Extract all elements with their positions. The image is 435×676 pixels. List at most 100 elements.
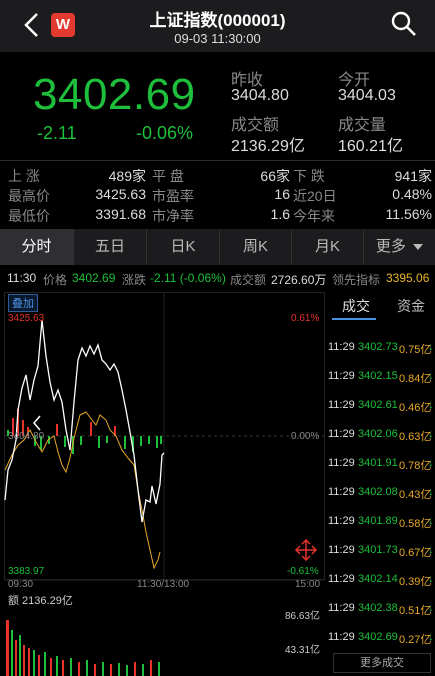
- trade-row: 11:29 3402.06 0.63亿 ↓: [328, 428, 435, 446]
- trade-time: 11:29: [328, 544, 355, 556]
- trade-row: 11:29 3402.61 0.46亿 ↓: [328, 399, 435, 417]
- trade-amount: 0.58亿: [399, 518, 432, 530]
- down-arrow-icon: ↓: [428, 515, 434, 527]
- trade-amount: 0.43亿: [399, 489, 432, 501]
- trade-amount: 0.84亿: [399, 373, 432, 385]
- trade-time: 11:29: [328, 399, 355, 411]
- side-tabs: 成交 资金: [327, 296, 435, 322]
- info-change-label: 涨跌: [122, 273, 147, 287]
- trade-amount: 0.51亿: [399, 605, 432, 617]
- stat-value-volume: 160.21亿: [338, 138, 403, 155]
- trade-row: 11:29 3402.69 0.27亿 ↓: [328, 631, 435, 649]
- y-axis-high: 3425.63: [8, 313, 45, 324]
- tab-intraday[interactable]: 分时: [0, 229, 73, 265]
- pct-axis-mid: 0.00%: [291, 431, 320, 442]
- row-value: 489家: [108, 168, 146, 184]
- trade-amount: 0.39亿: [399, 576, 432, 588]
- pct-axis-high: 0.61%: [291, 313, 320, 324]
- down-arrow-icon: ↓: [428, 573, 434, 585]
- info-price: 3402.69: [72, 271, 116, 285]
- volume-label: 额 2136.29亿: [8, 595, 73, 607]
- row-label: 上 涨: [8, 168, 40, 184]
- crosshair-icon[interactable]: [294, 538, 318, 562]
- down-arrow-icon: ↓: [428, 602, 434, 614]
- trade-price: 3402.15: [358, 370, 398, 382]
- row-value: 16: [274, 186, 290, 202]
- down-arrow-icon: ↓: [428, 457, 434, 469]
- trade-time: 11:29: [328, 602, 355, 614]
- row-label: 近20日: [293, 188, 337, 204]
- info-change: -2.11 (-0.06%): [150, 271, 226, 285]
- down-arrow-icon: ↓: [428, 370, 434, 382]
- trade-time: 11:29: [328, 573, 355, 585]
- stat-value-prev-close: 3404.80: [231, 87, 289, 104]
- crosshair-info-bar: 11:30 价格 3402.69 涨跌 -2.11 (-0.06%) 成交额 2…: [0, 268, 435, 290]
- info-amount-label: 成交额: [230, 273, 267, 287]
- collapse-left-icon[interactable]: [33, 415, 41, 431]
- down-arrow-icon: ↓: [428, 544, 434, 556]
- down-arrow-icon: ↓: [428, 486, 434, 498]
- info-time: 11:30: [7, 271, 37, 285]
- trade-amount: 0.67亿: [399, 547, 432, 559]
- price-change: -2.11: [37, 123, 77, 143]
- down-arrow-icon: ↓: [428, 341, 434, 353]
- x-axis-mid: 11:30/13:00: [137, 579, 190, 590]
- trade-amount: 0.46亿: [399, 402, 432, 414]
- trade-time: 11:29: [328, 370, 355, 382]
- x-axis-end: 15:00: [295, 579, 321, 590]
- info-lead-label: 领先指标: [332, 273, 381, 287]
- trade-amount: 0.78亿: [399, 460, 432, 472]
- row-value: 66家: [260, 168, 290, 184]
- price-line: [4, 319, 165, 523]
- trade-price: 3402.38: [358, 602, 398, 614]
- search-icon[interactable]: [390, 10, 418, 38]
- row-label: 今年来: [293, 208, 335, 224]
- row-value: 11.56%: [385, 206, 432, 222]
- tab-five-day[interactable]: 五日: [73, 229, 146, 265]
- trade-price: 3402.08: [358, 486, 398, 498]
- trade-row: 11:29 3402.14 0.39亿 ↓: [328, 573, 435, 591]
- tab-monthly-k[interactable]: 月K: [291, 229, 363, 265]
- period-tabs: 分时 五日 日K 周K 月K 更多: [0, 229, 435, 265]
- trade-price: 3401.73: [358, 544, 398, 556]
- trade-amount: 0.63亿: [399, 431, 432, 443]
- trade-row: 11:29 3401.73 0.67亿 ↓: [328, 544, 435, 562]
- row-value: 941家: [394, 168, 432, 184]
- trade-amount: 0.75亿: [399, 344, 432, 356]
- row-value: 1.6: [270, 206, 290, 222]
- stat-value-turnover: 2136.29亿: [231, 138, 305, 155]
- down-arrow-icon: ↓: [428, 428, 434, 440]
- trade-price: 3402.06: [358, 428, 398, 440]
- more-trades-button[interactable]: 更多成交: [333, 653, 431, 673]
- price-change-pct: -0.06%: [136, 123, 194, 143]
- top-bar: W 上证指数(000001) 09-03 11:30:00: [0, 0, 435, 52]
- info-amount: 2726.60万: [271, 273, 327, 287]
- tab-more[interactable]: 更多: [363, 229, 435, 265]
- down-arrow-icon: ↓: [428, 399, 434, 411]
- tab-weekly-k[interactable]: 周K: [219, 229, 291, 265]
- down-arrow-icon: ↓: [428, 631, 434, 643]
- active-tab-indicator: [332, 318, 376, 320]
- tab-trades[interactable]: 成交: [342, 296, 370, 316]
- trade-price: 3402.73: [358, 341, 398, 353]
- trade-row: 11:29 3402.38 0.51亿 ↓: [328, 602, 435, 620]
- trade-time: 11:29: [328, 486, 355, 498]
- page-timestamp: 09-03 11:30:00: [174, 31, 261, 46]
- y-axis-mid: 3404.80: [8, 431, 45, 442]
- pct-axis-low: -0.61%: [287, 566, 319, 577]
- tab-funds[interactable]: 资金: [397, 296, 425, 316]
- row-label: 最高价: [8, 188, 50, 204]
- caret-down-icon: [413, 244, 424, 251]
- row-label: 下 跌: [293, 168, 325, 184]
- info-lead: 3395.06: [386, 271, 430, 285]
- row-label: 市净率: [152, 208, 194, 224]
- trade-time: 11:29: [328, 428, 355, 440]
- trade-price: 3401.89: [358, 515, 398, 527]
- trade-price: 3402.14: [358, 573, 398, 585]
- row-label: 平 盘: [152, 168, 184, 184]
- trade-row: 11:29 3402.73 0.75亿 ↓: [328, 341, 435, 359]
- trade-row: 11:29 3402.15 0.84亿 ↓: [328, 370, 435, 388]
- tab-daily-k[interactable]: 日K: [146, 229, 219, 265]
- volume-axis-high: 86.63亿: [285, 611, 321, 622]
- tab-more-label: 更多: [375, 238, 406, 255]
